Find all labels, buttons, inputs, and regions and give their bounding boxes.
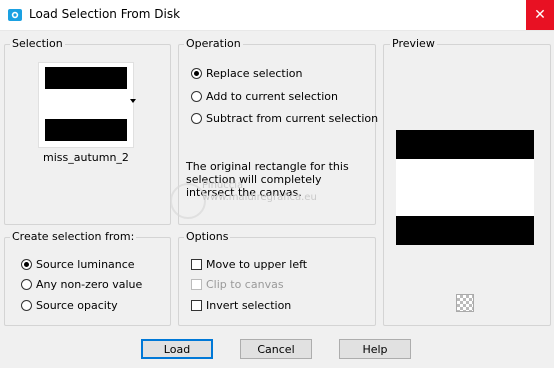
title-bar: Load Selection From Disk ✕ <box>0 0 554 31</box>
radio-indicator[interactable] <box>21 259 32 270</box>
close-button[interactable]: ✕ <box>526 0 554 30</box>
preview-group-label: Preview <box>390 37 437 50</box>
cancel-button[interactable]: Cancel <box>240 339 312 359</box>
checkbox-box[interactable] <box>191 300 202 311</box>
source-opacity-radio[interactable]: Source opacity <box>21 299 118 312</box>
checkbox-box[interactable] <box>191 279 202 290</box>
radio-indicator[interactable] <box>21 279 32 290</box>
window-title: Load Selection From Disk <box>29 7 181 21</box>
invert-selection-checkbox[interactable]: Invert selection <box>191 299 291 312</box>
checkbox-box[interactable] <box>191 259 202 270</box>
radio-label: Add to current selection <box>206 90 338 103</box>
replace-selection-radio[interactable]: Replace selection <box>191 67 302 80</box>
thumbnail-bottom-bar <box>45 119 127 141</box>
checkbox-label: Clip to canvas <box>206 278 284 291</box>
any-non-zero-radio[interactable]: Any non-zero value <box>21 278 142 291</box>
clip-to-canvas-checkbox[interactable]: Clip to canvas <box>191 278 284 291</box>
checkbox-label: Move to upper left <box>206 258 308 271</box>
checkbox-label: Invert selection <box>206 299 292 312</box>
close-icon: ✕ <box>534 7 546 23</box>
preview-image <box>396 130 534 245</box>
watermark-logo <box>170 183 206 219</box>
create-from-group-label: Create selection from: <box>10 230 137 243</box>
selection-name: miss_autumn_2 <box>43 151 129 164</box>
radio-indicator[interactable] <box>191 68 202 79</box>
radio-indicator[interactable] <box>21 300 32 311</box>
radio-label: Source luminance <box>36 258 135 271</box>
radio-indicator[interactable] <box>191 91 202 102</box>
radio-indicator[interactable] <box>191 113 202 124</box>
selection-thumbnail[interactable] <box>38 62 134 148</box>
add-selection-radio[interactable]: Add to current selection <box>191 90 338 103</box>
options-group-label: Options <box>184 230 231 243</box>
preview-bottom-bar <box>396 216 534 245</box>
operation-info-text: The original rectangle for this selectio… <box>186 160 349 199</box>
radio-label: Any non-zero value <box>36 278 143 291</box>
radio-label: Replace selection <box>206 67 303 80</box>
radio-label: Subtract from current selection <box>206 112 379 125</box>
move-to-upper-left-checkbox[interactable]: Move to upper left <box>191 258 307 271</box>
operation-group-label: Operation <box>184 37 243 50</box>
app-icon <box>8 9 22 21</box>
help-button[interactable]: Help <box>339 339 411 359</box>
dropdown-arrow-icon[interactable] <box>130 99 136 103</box>
thumbnail-top-bar <box>45 67 127 89</box>
transparency-toggle-icon[interactable] <box>456 294 474 312</box>
preview-top-bar <box>396 130 534 159</box>
radio-label: Source opacity <box>36 299 118 312</box>
selection-group-label: Selection <box>10 37 65 50</box>
source-luminance-radio[interactable]: Source luminance <box>21 258 135 271</box>
load-button[interactable]: Load <box>141 339 213 359</box>
subtract-selection-radio[interactable]: Subtract from current selection <box>191 112 378 125</box>
